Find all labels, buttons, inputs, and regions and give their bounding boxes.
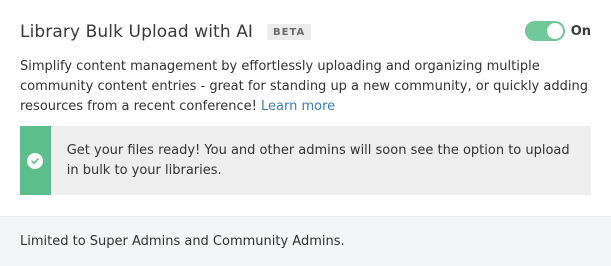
learn-more-link[interactable]: Learn more — [261, 99, 335, 114]
beta-badge: BETA — [267, 24, 312, 40]
info-notice: Get your files ready! You and other admi… — [20, 126, 591, 195]
settings-card: Library Bulk Upload with AI BETA On Simp… — [0, 0, 611, 266]
toggle-knob — [546, 23, 563, 39]
permissions-text: Limited to Super Admins and Community Ad… — [20, 234, 345, 249]
permissions-footer: Limited to Super Admins and Community Ad… — [0, 216, 611, 266]
notice-text: Get your files ready! You and other admi… — [66, 143, 570, 178]
toggle-state-label: On — [570, 23, 591, 39]
setting-title: Library Bulk Upload with AI — [20, 22, 254, 42]
toggle-switch[interactable] — [524, 21, 565, 41]
setting-header: Library Bulk Upload with AI BETA On — [20, 20, 591, 44]
toggle-control[interactable]: On — [524, 21, 591, 41]
setting-description: Simplify content management by effortles… — [20, 57, 590, 117]
check-circle-icon — [27, 152, 44, 169]
notice-stripe — [20, 126, 51, 195]
